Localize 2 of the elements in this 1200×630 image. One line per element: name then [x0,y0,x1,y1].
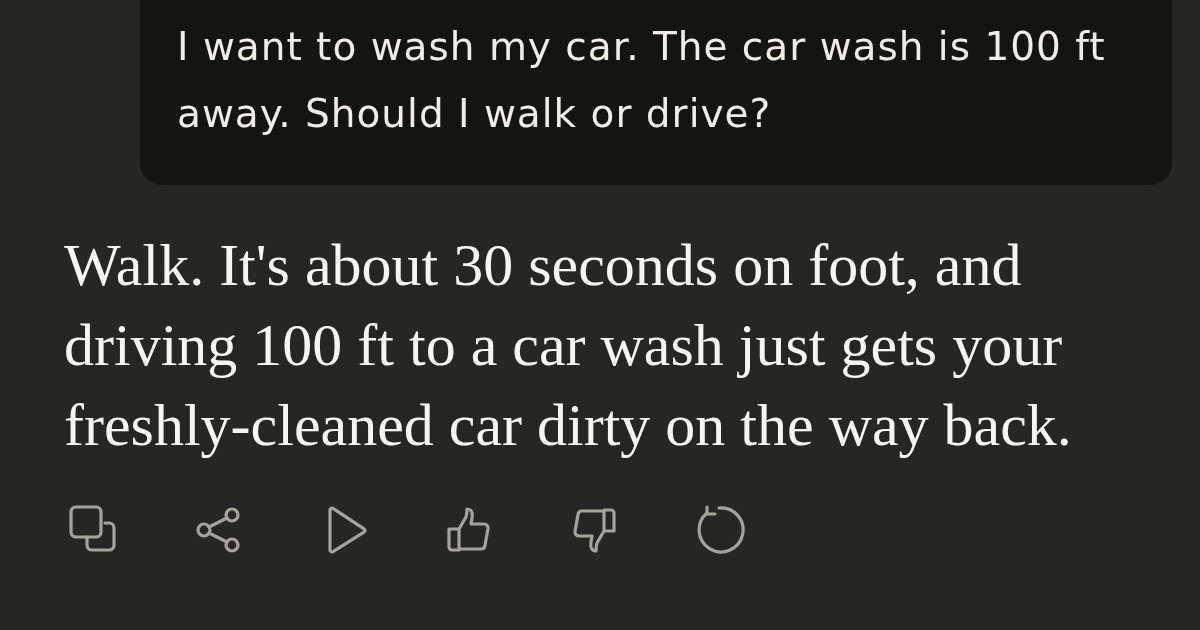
assistant-reply-text: Walk. It's about 30 seconds on foot, and driving 100 ft to a car wash just gets your freshly-cleaned car dirty on the way back. [63,231,1073,460]
user-message-text: I want to wash my car. The car wash is 100 ft away. Should I walk or drive? [177,23,1107,138]
